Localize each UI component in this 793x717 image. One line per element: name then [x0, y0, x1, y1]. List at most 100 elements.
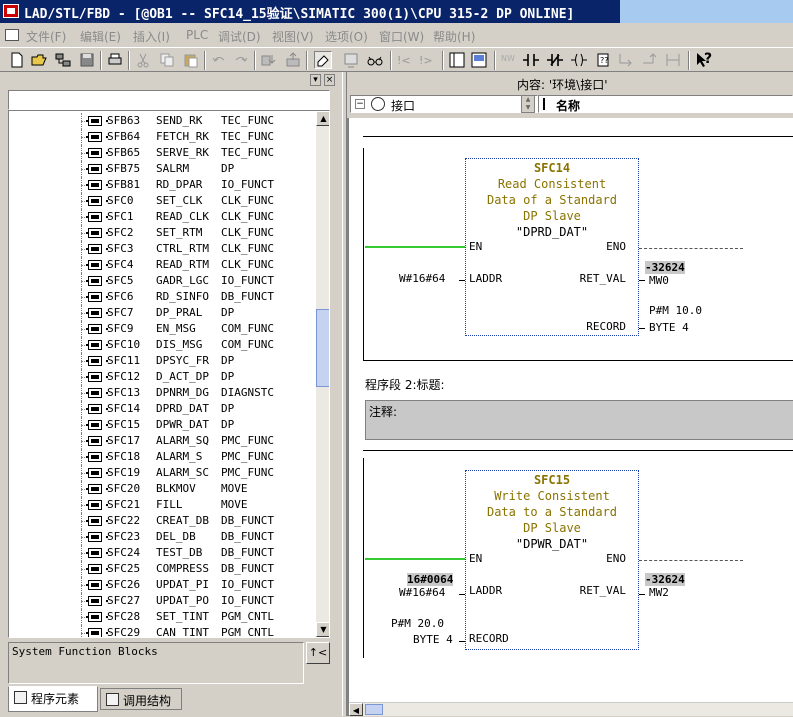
tree-item-sfc18[interactable]: SFC18 ALARM_S PMC_FUNC [9, 449, 309, 465]
menu-options[interactable]: 选项(O) [325, 28, 368, 45]
tree-item-sfc13[interactable]: SFC13 DPNRM_DG DIAGNSTC [9, 385, 309, 401]
redo-icon[interactable] [232, 51, 250, 69]
scroll-thumb[interactable] [316, 309, 329, 387]
tree-item-sfc29[interactable]: SFC29 CAN_TINT PGM_CNTL [9, 625, 309, 637]
tree-item-sfc3[interactable]: SFC3 CTRL_RTM CLK_FUNC [9, 241, 309, 257]
tab-call-structure[interactable]: 调用结构 [100, 688, 182, 710]
network-insert-icon[interactable]: NW [500, 51, 518, 69]
sfc14-ret-val-address[interactable]: MW0 [649, 274, 669, 287]
sfc15-ret-val-address[interactable]: MW2 [649, 586, 669, 599]
name-column-header[interactable]: 名称 [538, 95, 793, 113]
editor-hscrollbar[interactable]: ◀ [349, 702, 793, 716]
segment-2-comment[interactable]: 注释: [365, 400, 793, 440]
download-icon[interactable] [260, 51, 278, 69]
sfc14-block[interactable]: SFC14 Read Consistent Data of a Standard… [465, 158, 639, 336]
tree-item-sfc0[interactable]: SFC0 SET_CLK CLK_FUNC [9, 193, 309, 209]
tree-item-sfc24[interactable]: SFC24 TEST_DB DB_FUNCT [9, 545, 309, 561]
new-file-icon[interactable] [8, 51, 26, 69]
scroll-left-button[interactable]: ◀ [349, 703, 363, 716]
tree-item-sfb81[interactable]: SFB81 RD_DPAR IO_FUNCT [9, 177, 309, 193]
tree-item-sfb64[interactable]: SFB64 FETCH_RK TEC_FUNC [9, 129, 309, 145]
tree-item-sfc25[interactable]: SFC25 COMPRESS DB_FUNCT [9, 561, 309, 577]
previous-error-icon[interactable]: !< [396, 51, 414, 69]
tree-item-sfc6[interactable]: SFC6 RD_SINFO DB_FUNCT [9, 289, 309, 305]
sfc15-record-length[interactable]: BYTE 4 [413, 633, 453, 646]
print-icon[interactable] [106, 51, 124, 69]
coil-icon[interactable] [570, 51, 588, 69]
menu-window[interactable]: 窗口(W) [379, 28, 424, 45]
overview-icon[interactable] [448, 51, 466, 69]
interface-spinner[interactable]: ▲ ▼ [521, 95, 535, 113]
menu-view[interactable]: 视图(V) [272, 28, 314, 45]
tree-item-sfc23[interactable]: SFC23 DEL_DB DB_FUNCT [9, 529, 309, 545]
tree-scrollbar[interactable]: ▲ ▼ [316, 111, 329, 637]
close-branch-icon[interactable] [640, 51, 658, 69]
tree-item-sfc9[interactable]: SFC9 EN_MSG COM_FUNC [9, 321, 309, 337]
help-pointer-icon[interactable]: ? [694, 51, 712, 69]
collapse-toggle[interactable]: − [355, 99, 365, 109]
tree-item-sfb65[interactable]: SFB65 SERVE_RK TEC_FUNC [9, 145, 309, 161]
tree-item-sfc1[interactable]: SFC1 READ_CLK CLK_FUNC [9, 209, 309, 225]
tree-item-sfb75[interactable]: SFB75 SALRM DP [9, 161, 309, 177]
tree-item-sfc20[interactable]: SFC20 BLKMOV MOVE [9, 481, 309, 497]
hscroll-thumb[interactable] [365, 704, 383, 715]
contact-nc-icon[interactable] [546, 51, 564, 69]
menu-help[interactable]: 帮助(H) [433, 28, 475, 45]
sfc15-record-pointer[interactable]: P#M 20.0 [391, 617, 444, 630]
pane-dropdown-button[interactable]: ▾ [310, 74, 321, 86]
tab-program-elements[interactable]: 程序元素 [8, 686, 98, 712]
monitor-icon[interactable] [342, 51, 360, 69]
open-folder-icon[interactable] [30, 51, 48, 69]
menu-edit[interactable]: 编辑(E) [80, 28, 121, 45]
scroll-down-button[interactable]: ▼ [316, 622, 329, 637]
menu-file[interactable]: 文件(F) [26, 28, 66, 45]
menu-debug[interactable]: 调试(D) [218, 28, 261, 45]
menu-plc[interactable]: PLC [186, 28, 208, 42]
next-error-icon[interactable]: !> [418, 51, 436, 69]
tree-item-sfc7[interactable]: SFC7 DP_PRAL DP [9, 305, 309, 321]
copy-icon[interactable] [158, 51, 176, 69]
pane-close-button[interactable]: × [324, 74, 335, 86]
details-icon[interactable] [470, 51, 488, 69]
save-icon[interactable] [78, 51, 96, 69]
tree-item-sfc12[interactable]: SFC12 D_ACT_DP DP [9, 369, 309, 385]
glasses-icon[interactable] [366, 51, 384, 69]
document-menu-icon[interactable] [5, 29, 19, 41]
tree-item-sfc26[interactable]: SFC26 UPDAT_PI IO_FUNCT [9, 577, 309, 593]
paste-icon[interactable] [182, 51, 200, 69]
tree-item-sfc27[interactable]: SFC27 UPDAT_PO IO_FUNCT [9, 593, 309, 609]
info-jump-button[interactable]: ↑< [306, 642, 330, 664]
tree-item-sfc21[interactable]: SFC21 FILL MOVE [9, 497, 309, 513]
contact-no-icon[interactable] [522, 51, 540, 69]
undo-icon[interactable] [210, 51, 228, 69]
scroll-up-button[interactable]: ▲ [316, 111, 329, 126]
connection-icon[interactable] [664, 51, 682, 69]
segment-2-title[interactable]: 程序段 2:标题: [365, 376, 445, 393]
interface-tree-item[interactable]: − 接口 [350, 95, 538, 113]
tree-item-sfc22[interactable]: SFC22 CREAT_DB DB_FUNCT [9, 513, 309, 529]
title-bar[interactable]: LAD/STL/FBD - [@OB1 -- SFC14_15验证\SIMATI… [0, 0, 793, 23]
eraser-icon[interactable] [314, 51, 332, 69]
tree-item-sfc19[interactable]: SFC19 ALARM_SC PMC_FUNC [9, 465, 309, 481]
tree-item-sfc4[interactable]: SFC4 READ_RTM CLK_FUNC [9, 257, 309, 273]
menu-insert[interactable]: 插入(I) [133, 28, 170, 45]
empty-box-icon[interactable]: ?? [594, 51, 612, 69]
network-online-icon[interactable] [54, 51, 72, 69]
tree-item-sfc5[interactable]: SFC5 GADR_LGC IO_FUNCT [9, 273, 309, 289]
sfc15-laddr-value[interactable]: W#16#64 [399, 586, 445, 599]
tree-item-sfc14[interactable]: SFC14 DPRD_DAT DP [9, 401, 309, 417]
program-elements-tree[interactable]: SFB63 SEND_RK TEC_FUNC SFB64 FETCH_RK TEC_FUN… [8, 110, 330, 638]
element-search-field[interactable] [8, 90, 330, 110]
ladder-editor[interactable]: SFC14 Read Consistent Data of a Standard… [347, 118, 793, 716]
tree-item-sfc10[interactable]: SFC10 DIS_MSG COM_FUNC [9, 337, 309, 353]
tree-item-sfc17[interactable]: SFC17 ALARM_SQ PMC_FUNC [9, 433, 309, 449]
tree-item-sfb63[interactable]: SFB63 SEND_RK TEC_FUNC [9, 113, 309, 129]
tree-item-sfc11[interactable]: SFC11 DPSYC_FR DP [9, 353, 309, 369]
tree-item-sfc28[interactable]: SFC28 SET_TINT PGM_CNTL [9, 609, 309, 625]
sfc14-laddr-value[interactable]: W#16#64 [399, 272, 445, 285]
tree-item-sfc2[interactable]: SFC2 SET_RTM CLK_FUNC [9, 225, 309, 241]
cut-icon[interactable] [134, 51, 152, 69]
open-branch-icon[interactable] [616, 51, 634, 69]
sfc14-record-length[interactable]: BYTE 4 [649, 321, 689, 334]
app-icon[interactable] [3, 4, 19, 18]
